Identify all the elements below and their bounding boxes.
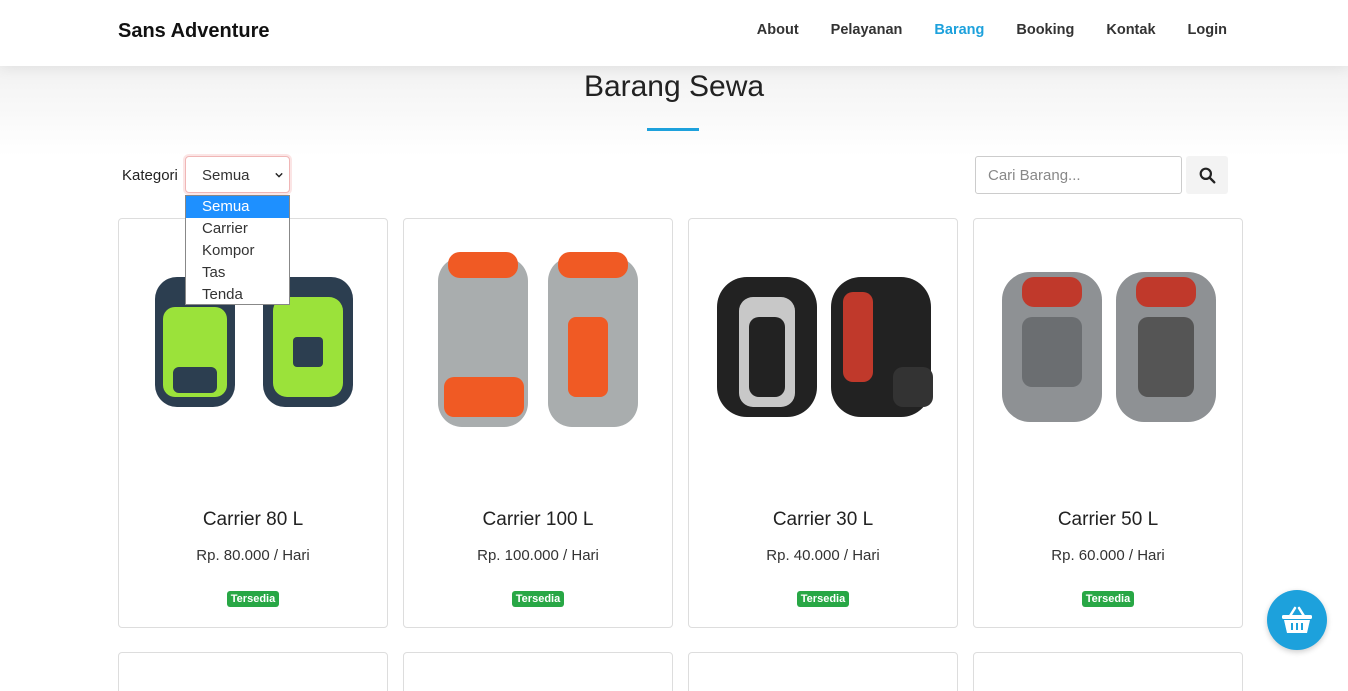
category-option-tas[interactable]: Tas — [186, 262, 289, 284]
category-option-tenda[interactable]: Tenda — [186, 284, 289, 306]
product-image-backpack — [717, 277, 933, 417]
product-card[interactable] — [403, 652, 673, 691]
product-price: Rp. 40.000 / Hari — [766, 547, 880, 564]
title-underline — [647, 128, 699, 131]
category-select[interactable]: Semua — [185, 156, 290, 193]
product-card[interactable]: Carrier 50 L Rp. 60.000 / Hari Tersedia — [973, 218, 1243, 628]
nav-about[interactable]: About — [757, 22, 799, 38]
product-name: Carrier 100 L — [482, 509, 594, 530]
product-card[interactable]: Carrier 100 L Rp. 100.000 / Hari Tersedi… — [403, 218, 673, 628]
status-badge: Tersedia — [796, 591, 850, 607]
status-badge: Tersedia — [1081, 591, 1135, 607]
product-price: Rp. 60.000 / Hari — [1051, 547, 1165, 564]
nav-booking[interactable]: Booking — [1016, 22, 1074, 38]
nav-menu: About Pelayanan Barang Booking Kontak Lo… — [757, 22, 1227, 38]
product-image-backpack — [1002, 272, 1216, 422]
search-input[interactable] — [975, 156, 1182, 194]
status-badge: Tersedia — [226, 591, 280, 607]
chevron-down-icon — [275, 172, 283, 178]
product-image-backpack — [438, 252, 638, 427]
product-name: Carrier 50 L — [1057, 509, 1159, 530]
product-price: Rp. 80.000 / Hari — [196, 547, 310, 564]
product-card[interactable] — [118, 652, 388, 691]
product-card[interactable] — [688, 652, 958, 691]
category-select-value: Semua — [202, 167, 250, 184]
product-price: Rp. 100.000 / Hari — [477, 547, 599, 564]
basket-icon — [1282, 606, 1312, 633]
nav-barang[interactable]: Barang — [934, 22, 984, 38]
navbar: Sans Adventure About Pelayanan Barang Bo… — [0, 0, 1348, 66]
cart-button[interactable] — [1267, 590, 1327, 650]
search-button[interactable] — [1186, 156, 1228, 194]
status-badge: Tersedia — [511, 591, 565, 607]
nav-pelayanan[interactable]: Pelayanan — [831, 22, 903, 38]
category-label: Kategori — [122, 167, 178, 184]
product-name: Carrier 30 L — [772, 509, 874, 530]
category-option-kompor[interactable]: Kompor — [186, 240, 289, 262]
brand-logo[interactable]: Sans Adventure — [118, 20, 270, 43]
page-title: Barang Sewa — [583, 70, 765, 103]
product-card[interactable] — [973, 652, 1243, 691]
nav-login[interactable]: Login — [1188, 22, 1227, 38]
category-option-semua[interactable]: Semua — [186, 196, 289, 218]
product-name: Carrier 80 L — [202, 509, 304, 530]
search-icon — [1199, 167, 1215, 183]
category-dropdown: Semua Carrier Kompor Tas Tenda — [185, 195, 290, 305]
category-option-carrier[interactable]: Carrier — [186, 218, 289, 240]
product-card[interactable]: Carrier 30 L Rp. 40.000 / Hari Tersedia — [688, 218, 958, 628]
nav-kontak[interactable]: Kontak — [1106, 22, 1155, 38]
